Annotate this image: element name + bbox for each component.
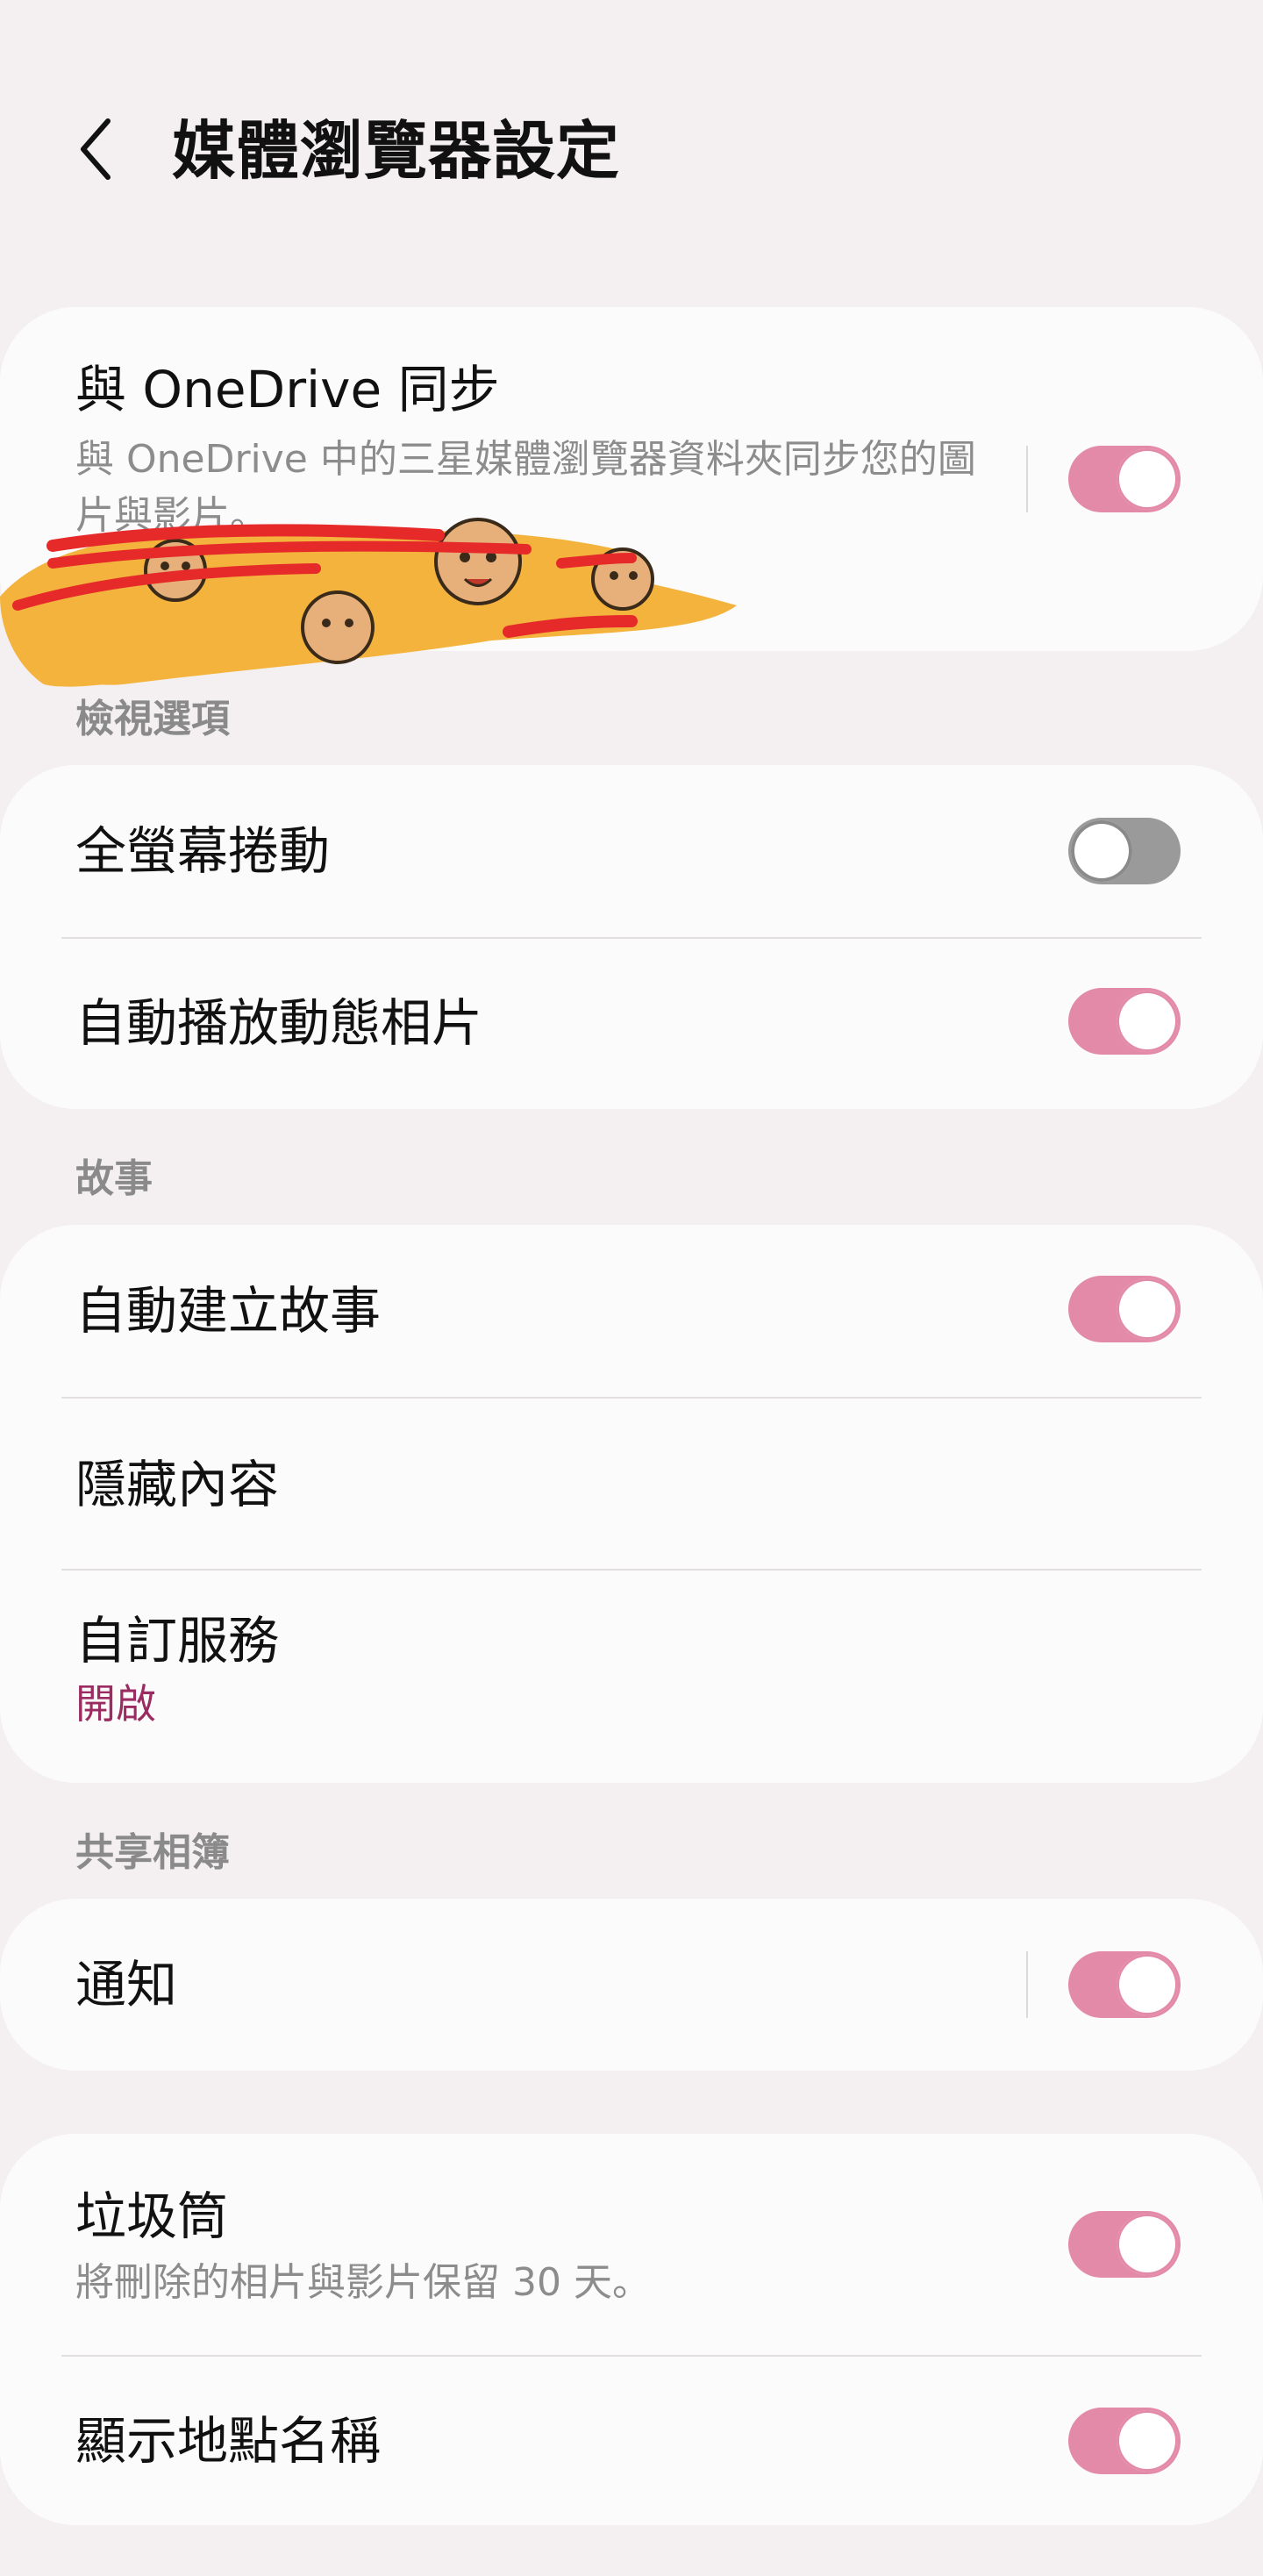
sync-toggle[interactable] [1068, 446, 1181, 512]
toggle-knob [1117, 1954, 1178, 2015]
shared-albums-card: 通知 [0, 1899, 1263, 2071]
trash-toggle[interactable] [1068, 2211, 1181, 2278]
trash-row[interactable]: 垃圾筒 將刪除的相片與影片保留 30 天。 [0, 2134, 1263, 2355]
misc-card: 垃圾筒 將刪除的相片與影片保留 30 天。 顯示地點名稱 [0, 2134, 1263, 2525]
custom-service-row[interactable]: 自訂服務 開啟 [0, 1571, 1263, 1783]
toggle-knob [1117, 1278, 1178, 1340]
toggle-knob [1117, 991, 1178, 1052]
notifications-toggle[interactable] [1068, 1951, 1181, 2018]
autoplay-motion-photos-row[interactable]: 自動播放動態相片 [0, 939, 1263, 1109]
redaction-scribble [0, 518, 737, 687]
sync-title: 與 OneDrive 同步 [75, 360, 500, 419]
fullscreen-scroll-row[interactable]: 全螢幕捲動 [0, 765, 1263, 937]
page-title: 媒體瀏覽器設定 [172, 114, 621, 188]
hide-content-row[interactable]: 隱藏內容 [0, 1399, 1263, 1571]
location-names-title: 顯示地點名稱 [75, 2411, 382, 2471]
chevron-left-icon [81, 118, 111, 180]
hide-content-title: 隱藏內容 [75, 1455, 280, 1514]
autoplay-motion-photos-toggle[interactable] [1068, 988, 1181, 1055]
custom-service-title: 自訂服務 [75, 1611, 280, 1671]
fullscreen-scroll-title: 全螢幕捲動 [75, 821, 331, 881]
row-separator [1026, 446, 1028, 512]
custom-service-value: 開啟 [75, 1680, 156, 1728]
toggle-knob [1117, 2214, 1178, 2275]
location-names-toggle[interactable] [1068, 2408, 1181, 2474]
row-separator [1026, 1951, 1028, 2018]
toggle-knob [1117, 2410, 1178, 2472]
auto-create-stories-toggle[interactable] [1068, 1276, 1181, 1342]
toggle-knob [1071, 820, 1132, 882]
section-label-view-options: 檢視選項 [75, 697, 230, 741]
trash-subtitle: 將刪除的相片與影片保留 30 天。 [75, 2260, 651, 2305]
location-names-row[interactable]: 顯示地點名稱 [0, 2357, 1263, 2525]
stories-card: 自動建立故事 隱藏內容 自訂服務 開啟 [0, 1225, 1263, 1783]
toggle-knob [1117, 448, 1178, 510]
back-button[interactable] [61, 105, 132, 193]
notifications-row[interactable]: 通知 [0, 1899, 1263, 2071]
section-label-shared-albums: 共享相簿 [75, 1830, 230, 1875]
notifications-title: 通知 [75, 1955, 178, 2014]
app-bar: 媒體瀏覽器設定 [0, 0, 1263, 263]
trash-title: 垃圾筒 [75, 2186, 229, 2246]
autoplay-motion-photos-title: 自動播放動態相片 [75, 993, 483, 1053]
fullscreen-scroll-toggle[interactable] [1068, 818, 1181, 884]
view-options-card: 全螢幕捲動 自動播放動態相片 [0, 765, 1263, 1109]
auto-create-stories-title: 自動建立故事 [75, 1281, 382, 1341]
section-label-stories: 故事 [75, 1156, 153, 1201]
auto-create-stories-row[interactable]: 自動建立故事 [0, 1225, 1263, 1397]
